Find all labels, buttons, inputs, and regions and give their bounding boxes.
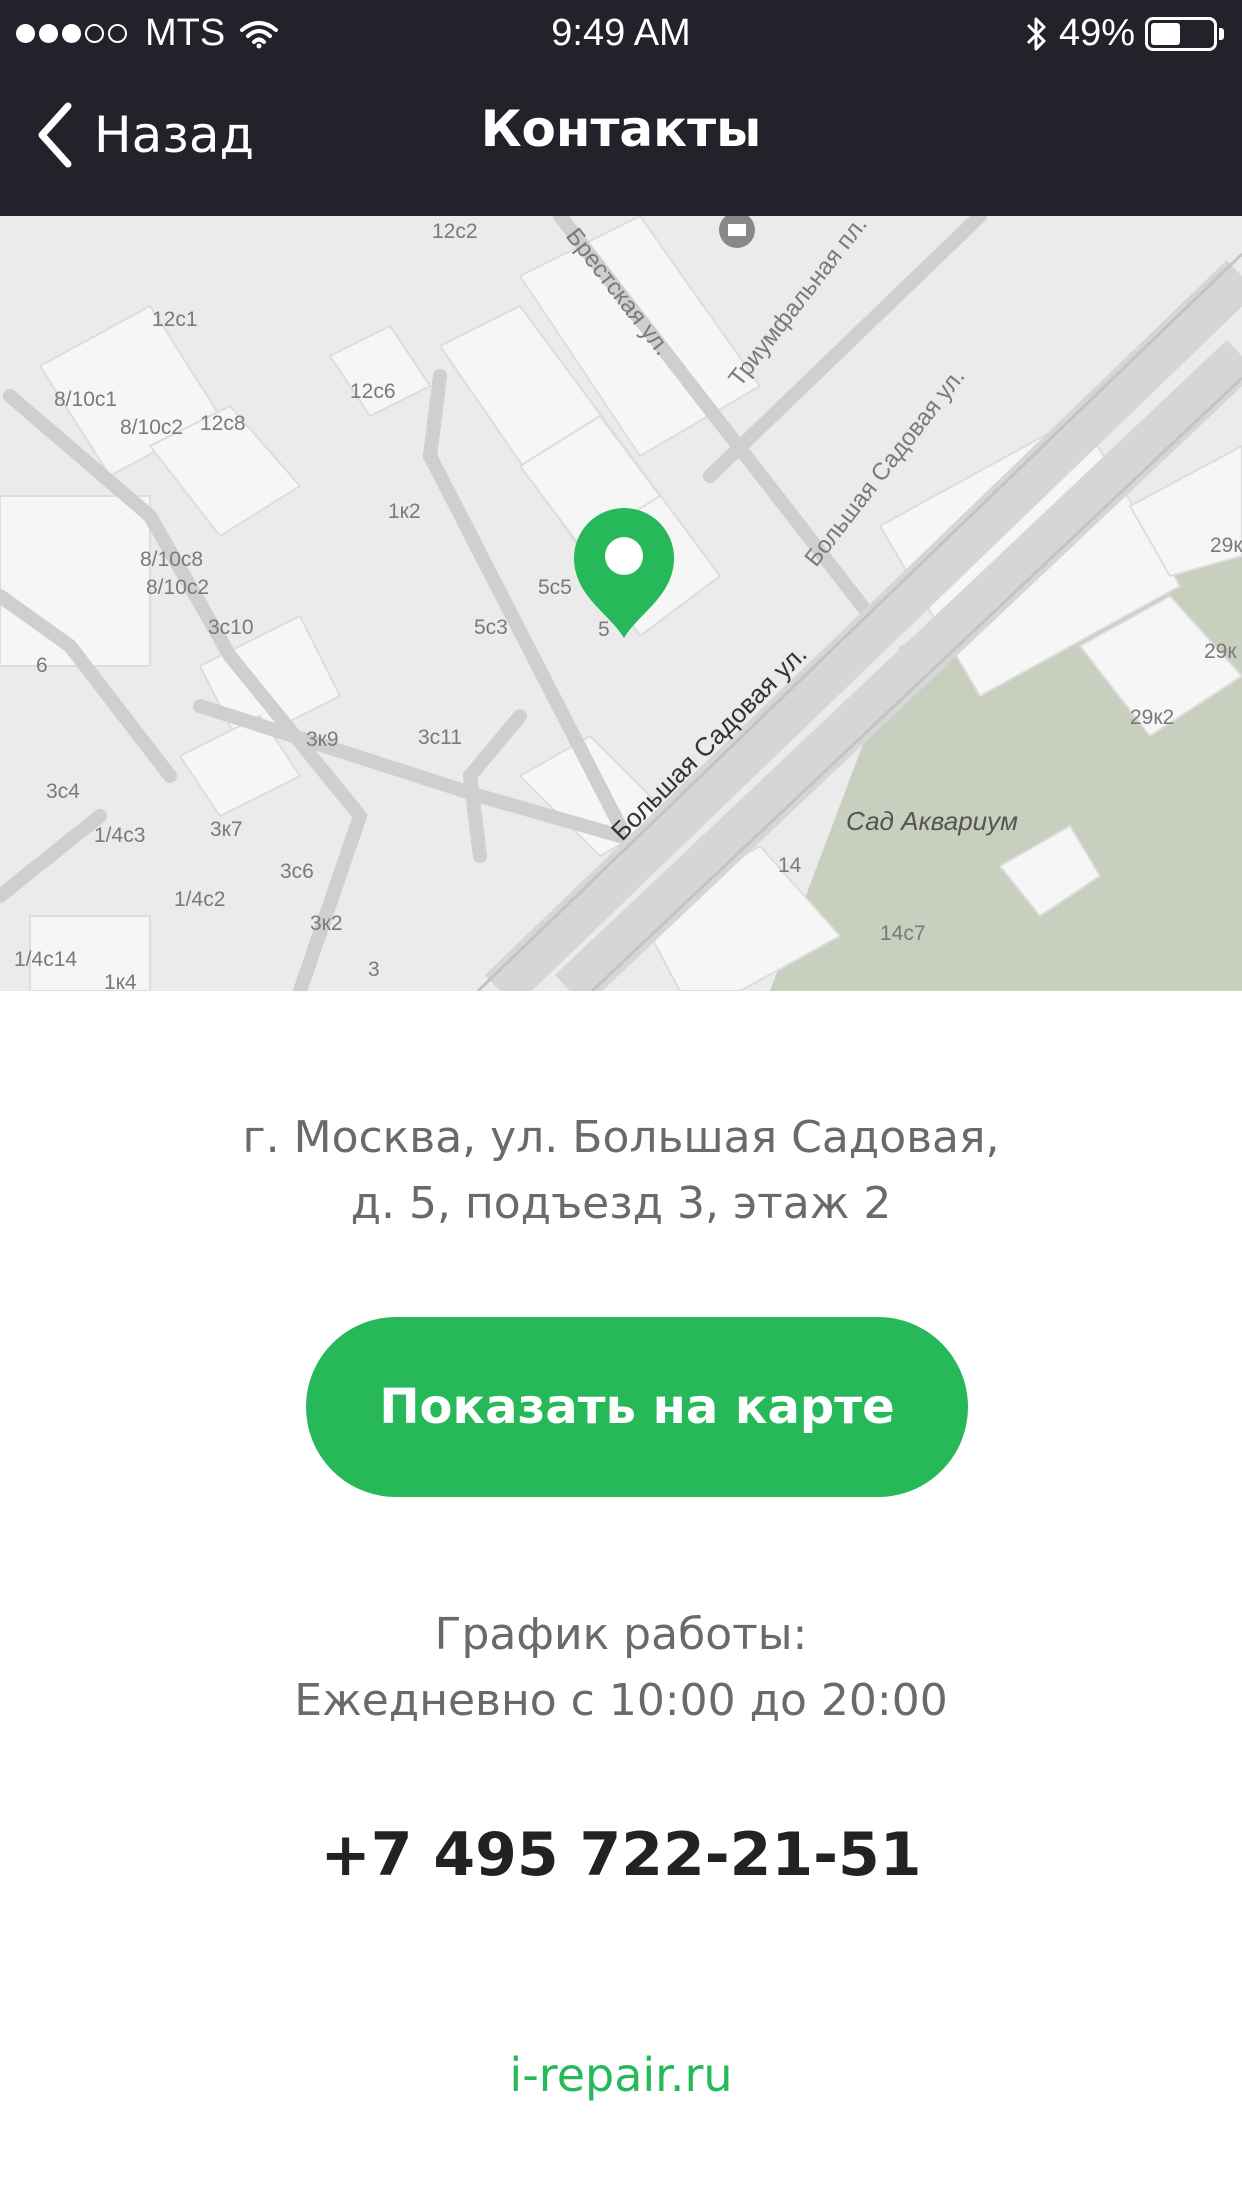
- map-label: 3к9: [306, 728, 339, 751]
- map-label: 3: [368, 958, 380, 981]
- map-label: 3к7: [210, 818, 243, 841]
- map-label: 8/10с2: [120, 416, 183, 439]
- map-label: 8/10с1: [54, 388, 117, 411]
- map-label: 12с2: [432, 220, 478, 243]
- map-label: 3с11: [418, 726, 462, 749]
- working-hours-title: График работы:: [434, 1609, 808, 1660]
- map-label: 3с4: [46, 780, 80, 803]
- website-link[interactable]: i-repair.ru: [0, 2048, 1242, 2102]
- map-label: 1/4с14: [14, 948, 77, 971]
- navigation-bar: Назад Контакты: [0, 66, 1242, 216]
- map-label: 14: [778, 854, 802, 877]
- map-label: 1к4: [104, 971, 137, 991]
- battery-fill: [1151, 22, 1180, 45]
- museum-icon-glyph: [728, 224, 746, 236]
- map-label: 12с8: [200, 412, 246, 435]
- working-hours: График работы: Ежедневно с 10:00 до 20:0…: [0, 1602, 1242, 1734]
- map-label: 1к2: [388, 500, 421, 523]
- map-label: 5с5: [538, 576, 572, 599]
- map-label: 1/4с2: [174, 888, 225, 911]
- map-label: 29к: [1210, 534, 1242, 557]
- status-bar: MTS 9:49 AM 49%: [0, 0, 1242, 66]
- battery-cap: [1219, 27, 1224, 40]
- map-label: 5с3: [474, 616, 508, 639]
- address: г. Москва, ул. Большая Садовая, д. 5, по…: [0, 1105, 1242, 1237]
- map-canvas: 12с2 12с1 8/10с1 8/10с2 12с8 12с6 1к2 8/…: [0, 216, 1242, 991]
- map-label: 8/10с8: [140, 548, 203, 571]
- address-line: д. 5, подъезд 3, этаж 2: [350, 1178, 892, 1229]
- map-label: 6: [36, 654, 48, 677]
- address-line: г. Москва, ул. Большая Садовая,: [242, 1112, 1000, 1163]
- status-right: 49%: [1025, 12, 1224, 55]
- show-on-map-button[interactable]: Показать на карте: [306, 1317, 968, 1497]
- battery-icon: [1145, 16, 1217, 51]
- bluetooth-icon: [1026, 17, 1046, 50]
- page-title: Контакты: [480, 100, 762, 158]
- map-label: 3к2: [310, 912, 343, 935]
- map-label: 29к2: [1130, 706, 1174, 729]
- map-label: 29к: [1204, 640, 1237, 663]
- map-label: 8/10с2: [146, 576, 209, 599]
- map-view[interactable]: 12с2 12с1 8/10с1 8/10с2 12с8 12с6 1к2 8/…: [0, 216, 1242, 991]
- map-label: 1/4с3: [94, 824, 145, 847]
- map-label: 14с7: [880, 922, 926, 945]
- map-label-park: Сад Аквариум: [846, 806, 1018, 836]
- map-label: 12с6: [350, 380, 396, 403]
- map-label: 12с1: [152, 308, 198, 331]
- phone-link[interactable]: +7 495 722-21-51: [0, 1820, 1242, 1890]
- map-label: 5: [598, 618, 610, 641]
- map-label: 3с10: [208, 616, 254, 639]
- working-hours-value: Ежедневно с 10:00 до 20:00: [294, 1675, 948, 1726]
- map-label: 3с6: [280, 860, 314, 883]
- battery-percent: 49%: [1058, 12, 1135, 54]
